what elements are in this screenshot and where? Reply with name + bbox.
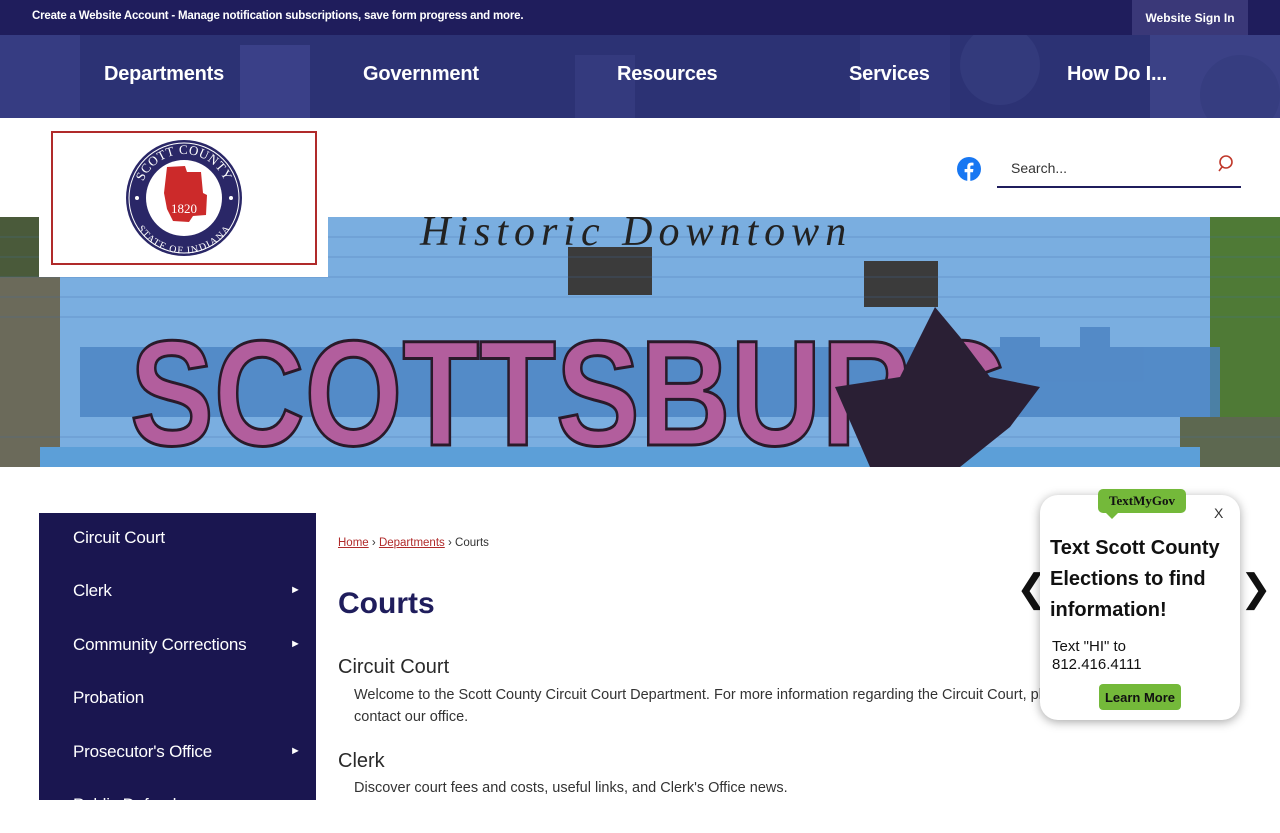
create-account-link[interactable]: Create a Website Account - Manage notifi… [32,10,524,22]
popup-close-button[interactable]: X [1214,505,1223,521]
popup-next-arrow-icon[interactable]: ❯ [1240,566,1272,611]
popup-text: Text "HI" to 812.416.4111 [1052,638,1142,673]
nav-departments[interactable]: Departments [104,63,224,86]
svg-text:1820: 1820 [171,201,197,216]
logo-frame: SCOTT COUNTY STATE OF INDIANA 1820 [51,131,317,265]
sidebar-item-prosecutors-office[interactable]: Prosecutor's Office ► [39,727,316,780]
learn-more-button[interactable]: Learn More [1099,684,1181,710]
breadcrumb-separator: › [371,537,376,549]
search-input[interactable] [997,154,1197,182]
submenu-arrow-icon[interactable]: ► [290,638,301,650]
sidebar-item-public-defender[interactable]: Public Defender [39,780,316,833]
county-logo[interactable]: SCOTT COUNTY STATE OF INDIANA 1820 [39,118,328,277]
search-box [997,148,1241,188]
nav-government[interactable]: Government [363,63,479,86]
section-title-clerk[interactable]: Clerk [338,750,385,773]
svg-text:Historic Downtown: Historic Downtown [419,217,852,255]
breadcrumb-current: Courts [455,537,489,549]
sidebar-item-clerk[interactable]: Clerk ► [39,566,316,619]
breadcrumb: Home › Departments › Courts [338,537,489,549]
website-sign-in-button[interactable]: Website Sign In [1132,0,1248,35]
sidebar-nav: Circuit Court Clerk ► Community Correcti… [39,513,316,814]
sidebar-item-label: Clerk [73,581,112,600]
sidebar-item-community-corrections[interactable]: Community Corrections ► [39,620,316,673]
sidebar-item-circuit-court[interactable]: Circuit Court [39,513,316,566]
county-seal-icon: SCOTT COUNTY STATE OF INDIANA 1820 [126,140,242,256]
sidebar-item-label: Prosecutor's Office [73,742,212,761]
sidebar-item-label: Circuit Court [73,528,165,547]
breadcrumb-home[interactable]: Home [338,537,369,549]
sidebar-item-probation[interactable]: Probation [39,673,316,726]
main-navigation: Departments Government Resources Service… [0,35,1280,118]
section-title-circuit-court[interactable]: Circuit Court [338,656,449,679]
nav-how-do-i[interactable]: How Do I... [1067,63,1167,86]
sidebar-item-label: Public Defender [73,795,191,814]
breadcrumb-separator: › [447,537,452,549]
breadcrumb-departments[interactable]: Departments [379,537,445,549]
section-text-circuit-court: Welcome to the Scott County Circuit Cour… [354,687,1074,725]
nav-resources[interactable]: Resources [617,63,718,86]
page-title: Courts [338,587,435,620]
textmygov-logo: TextMyGov [1098,489,1186,513]
nav-services[interactable]: Services [849,63,930,86]
textmygov-logo-tail [1106,513,1118,519]
submenu-arrow-icon[interactable]: ► [290,745,301,757]
submenu-arrow-icon[interactable]: ► [290,584,301,596]
sidebar-item-label: Probation [73,688,144,707]
section-text-clerk: Discover court fees and costs, useful li… [354,780,788,796]
top-utility-bar: Create a Website Account - Manage notifi… [0,0,1280,35]
facebook-icon[interactable] [957,157,981,181]
search-icon[interactable] [1216,153,1238,175]
popup-heading: Text Scott County Elections to find info… [1050,537,1220,621]
textmygov-popup: TextMyGov X Text Scott County Elections … [1040,489,1240,720]
sidebar-item-label: Community Corrections [73,635,247,654]
